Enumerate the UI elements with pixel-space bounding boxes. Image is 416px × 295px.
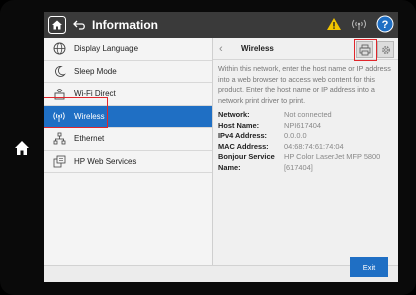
- list-item-ethernet[interactable]: Ethernet: [44, 128, 212, 151]
- detail-header: ‹ Wireless: [213, 38, 398, 60]
- list-item-sleep-mode[interactable]: Sleep Mode: [44, 61, 212, 83]
- help-icon[interactable]: ?: [376, 15, 394, 33]
- detail-key: Network:: [218, 110, 250, 119]
- physical-home-button[interactable]: [12, 138, 32, 158]
- settings-list: Display Language Sleep Mode Wi-Fi Direct…: [44, 38, 213, 265]
- detail-row: IPv4 Address: 0.0.0.0: [218, 131, 393, 142]
- detail-value: Not connected: [284, 110, 332, 119]
- list-item-hp-web-services[interactable]: HP Web Services: [44, 151, 212, 173]
- list-item-wireless[interactable]: Wireless: [44, 105, 212, 128]
- detail-value: 0.0.0.0: [284, 131, 307, 141]
- list-item-label: Display Language: [74, 44, 139, 54]
- detail-value: 04:68:74:61:74:04: [284, 141, 344, 151]
- network-details: Network: Not connected Host Name: NPI617…: [213, 106, 398, 174]
- print-button[interactable]: [356, 41, 373, 58]
- detail-row: MAC Address: 04:68:74:61:74:04: [218, 142, 393, 153]
- detail-row: Bonjour Service Name: HP Color LaserJet …: [218, 152, 393, 173]
- back-button[interactable]: [70, 12, 90, 38]
- list-item-label: Sleep Mode: [74, 66, 117, 76]
- list-item-display-language[interactable]: Display Language: [44, 38, 212, 61]
- home-button[interactable]: [44, 12, 70, 38]
- globe-icon: [52, 42, 66, 56]
- detail-key: MAC Address:: [218, 141, 269, 151]
- ethernet-icon: [52, 132, 66, 146]
- detail-row: Host Name: NPI617404: [218, 121, 393, 132]
- printer-screen: Information ? Display Language Sleep Mod…: [44, 12, 398, 282]
- detail-value: HP Color LaserJet MFP 5800 [617404]: [284, 152, 381, 172]
- page-title: Information: [92, 18, 158, 32]
- exit-button[interactable]: Exit: [350, 257, 388, 277]
- gear-icon: [381, 45, 390, 54]
- detail-row: Network: Not connected: [218, 110, 393, 121]
- bottom-bar: [44, 265, 398, 282]
- detail-description: Within this network, enter the host name…: [218, 64, 391, 105]
- moon-icon: [52, 64, 66, 78]
- wifi-direct-icon: [52, 87, 66, 101]
- list-item-label: HP Web Services: [74, 156, 137, 166]
- warning-icon[interactable]: [326, 17, 342, 31]
- list-item-label: Wireless: [74, 111, 105, 121]
- chevron-left-icon[interactable]: ‹: [219, 43, 233, 55]
- wireless-status-icon[interactable]: [350, 17, 368, 31]
- detail-panel: ‹ Wireless Within this network, enter th…: [213, 38, 398, 265]
- back-arrow-icon: [73, 20, 85, 30]
- settings-button[interactable]: [377, 41, 394, 58]
- svg-text:?: ?: [382, 19, 389, 31]
- list-item-label: Wi-Fi Direct: [74, 89, 116, 99]
- detail-value: NPI617404: [284, 120, 321, 130]
- home-icon: [15, 141, 29, 155]
- home-icon: [48, 16, 66, 34]
- list-item-wifi-direct[interactable]: Wi-Fi Direct: [44, 83, 212, 106]
- title-bar: Information ?: [44, 12, 398, 38]
- detail-key: Host Name:: [218, 120, 260, 130]
- web-services-icon: [52, 154, 66, 168]
- detail-title: Wireless: [241, 44, 274, 53]
- list-item-label: Ethernet: [74, 134, 105, 144]
- printer-icon: [359, 44, 370, 55]
- detail-key: IPv4 Address:: [218, 131, 268, 141]
- wireless-icon: [52, 109, 66, 123]
- detail-key: Bonjour Service Name:: [218, 152, 275, 172]
